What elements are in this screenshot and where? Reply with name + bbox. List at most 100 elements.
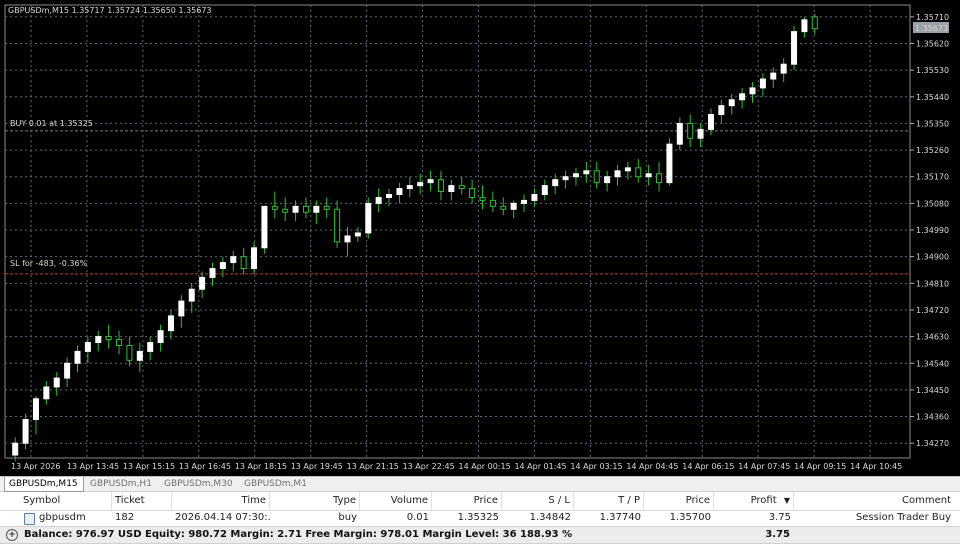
- price-tick-label: 1.35350: [916, 119, 949, 128]
- candle-body: [230, 256, 237, 264]
- chart-canvas[interactable]: 1.35710 1.35620 1.35530 1.35440 1.35350 1.352…: [0, 0, 960, 476]
- price-tick-label: 1.35080: [916, 199, 949, 208]
- candle-body: [157, 330, 164, 344]
- sl-line-label: SL for -483, -0.36%: [10, 259, 88, 268]
- time-tick-label: 14 Apr 03:15: [570, 462, 622, 471]
- candle-body: [199, 276, 206, 290]
- candle-body: [136, 350, 143, 361]
- price-tick-label: 1.34360: [916, 413, 949, 422]
- candle-body: [53, 377, 60, 388]
- time-tick-label: 13 Apr 19:45: [291, 462, 343, 471]
- candle-body: [707, 114, 714, 130]
- candle-body: [780, 63, 787, 74]
- expand-icon[interactable]: +: [6, 529, 18, 541]
- candle-body: [302, 205, 309, 213]
- candle-body: [801, 19, 808, 33]
- col-volume[interactable]: Volume: [360, 492, 432, 510]
- time-tick-label: 13 Apr 15:15: [123, 462, 175, 471]
- candle-body: [209, 268, 216, 278]
- candle-body: [313, 205, 320, 213]
- candle-body: [12, 442, 19, 456]
- candle-body: [531, 193, 538, 201]
- time-tick-label: 13 Apr 2026: [11, 462, 60, 471]
- candle-body: [614, 170, 621, 178]
- tab-gbpusdm-m15[interactable]: GBPUSDm,M15: [4, 477, 84, 492]
- balance-profit: 3.75: [765, 529, 790, 540]
- cell-tp[interactable]: 1.37740: [574, 510, 644, 526]
- tab-gbpusdm-h1[interactable]: GBPUSDm,H1: [86, 477, 158, 492]
- candle-body: [656, 173, 663, 184]
- time-tick-label: 14 Apr 06:15: [682, 462, 734, 471]
- col-symbol[interactable]: Symbol: [20, 492, 112, 510]
- cell-current-price: 1.35700: [669, 512, 711, 523]
- col-tp[interactable]: T / P: [574, 492, 644, 510]
- price-chart[interactable]: 1.35710 1.35620 1.35530 1.35440 1.35350 1.352…: [0, 0, 960, 476]
- candle-body: [396, 188, 403, 195]
- cell-time: 2026.04.14 07:30:...: [175, 512, 270, 523]
- order-line-label: BUY 0.01 at 1.35325: [10, 119, 93, 128]
- candle-body: [22, 419, 29, 444]
- price-tick-label: 1.34900: [916, 253, 949, 262]
- col-comment[interactable]: Comment: [794, 492, 954, 510]
- candle-body: [749, 87, 756, 95]
- cell-ticket: 182: [115, 512, 135, 523]
- cell-sl[interactable]: 1.34842: [502, 510, 574, 526]
- price-tick-label: 1.34270: [916, 439, 949, 448]
- candle-body: [427, 179, 434, 184]
- col-sl[interactable]: S / L: [502, 492, 574, 510]
- balance-summary: + Balance: 976.97 USD Equity: 980.72 Mar…: [0, 526, 960, 544]
- price-tick-label: 1.35620: [916, 39, 949, 48]
- candle-body: [105, 336, 112, 341]
- cell-comment: Session Trader Buy: [855, 512, 951, 523]
- candle-body: [791, 31, 798, 65]
- candle-body: [84, 342, 91, 352]
- col-type[interactable]: Type: [270, 492, 360, 510]
- col-ticket[interactable]: Ticket: [112, 492, 172, 510]
- current-price-label: 1.35673: [915, 24, 948, 33]
- candle-body: [240, 256, 247, 270]
- candle-body: [417, 182, 424, 187]
- time-tick-label: 14 Apr 09:15: [794, 462, 846, 471]
- time-tick-label: 13 Apr 16:45: [179, 462, 231, 471]
- col-current-price[interactable]: Price: [644, 492, 714, 510]
- candle-body: [635, 167, 642, 178]
- time-tick-label: 13 Apr 21:15: [347, 462, 399, 471]
- candle-body: [95, 336, 102, 344]
- candle-body: [562, 176, 569, 181]
- sort-arrow-icon: ▼: [783, 496, 790, 505]
- candle-body: [334, 208, 341, 243]
- tab-gbpusdm-m1[interactable]: GBPUSDm,M1: [240, 477, 312, 492]
- candle-body: [687, 122, 694, 139]
- candle-body: [271, 205, 278, 210]
- candle-body: [624, 167, 631, 172]
- price-tick-label: 1.35260: [916, 146, 949, 155]
- candle-body: [74, 350, 81, 364]
- col-time[interactable]: Time: [172, 492, 270, 510]
- candle-body: [386, 193, 393, 198]
- cell-price: 1.35325: [457, 512, 499, 523]
- price-tick-label: 1.34450: [916, 386, 949, 395]
- col-profit[interactable]: Profit ▼: [714, 492, 794, 510]
- candle-body: [697, 128, 704, 139]
- chart-header: GBPUSDm,M15 1.35717 1.35724 1.35650 1.35…: [8, 6, 212, 15]
- cell-symbol: gbpusdm: [39, 512, 86, 523]
- candle-body: [354, 232, 361, 237]
- price-tick-label: 1.34540: [916, 359, 949, 368]
- time-tick-label: 13 Apr 18:15: [235, 462, 287, 471]
- candle-body: [261, 205, 268, 249]
- table-row[interactable]: gbpusdm 182 2026.04.14 07:30:... buy 0.0…: [0, 510, 960, 526]
- candle-body: [323, 205, 330, 210]
- trade-table: Symbol Ticket Time Type Volume Price S /…: [0, 492, 960, 549]
- time-tick-label: 13 Apr 22:45: [403, 462, 455, 471]
- candle-body: [645, 173, 652, 178]
- candle-body: [718, 105, 725, 116]
- tab-gbpusdm-m30[interactable]: GBPUSDm,M30: [160, 477, 238, 492]
- candle-body: [572, 173, 579, 178]
- time-tick-label: 14 Apr 10:45: [850, 462, 902, 471]
- candle-body: [593, 170, 600, 184]
- time-tick-label: 14 Apr 07:45: [738, 462, 790, 471]
- time-tick-label: 14 Apr 01:45: [514, 462, 566, 471]
- col-price[interactable]: Price: [432, 492, 502, 510]
- price-tick-label: 1.34720: [916, 306, 949, 315]
- candle-body: [604, 176, 611, 184]
